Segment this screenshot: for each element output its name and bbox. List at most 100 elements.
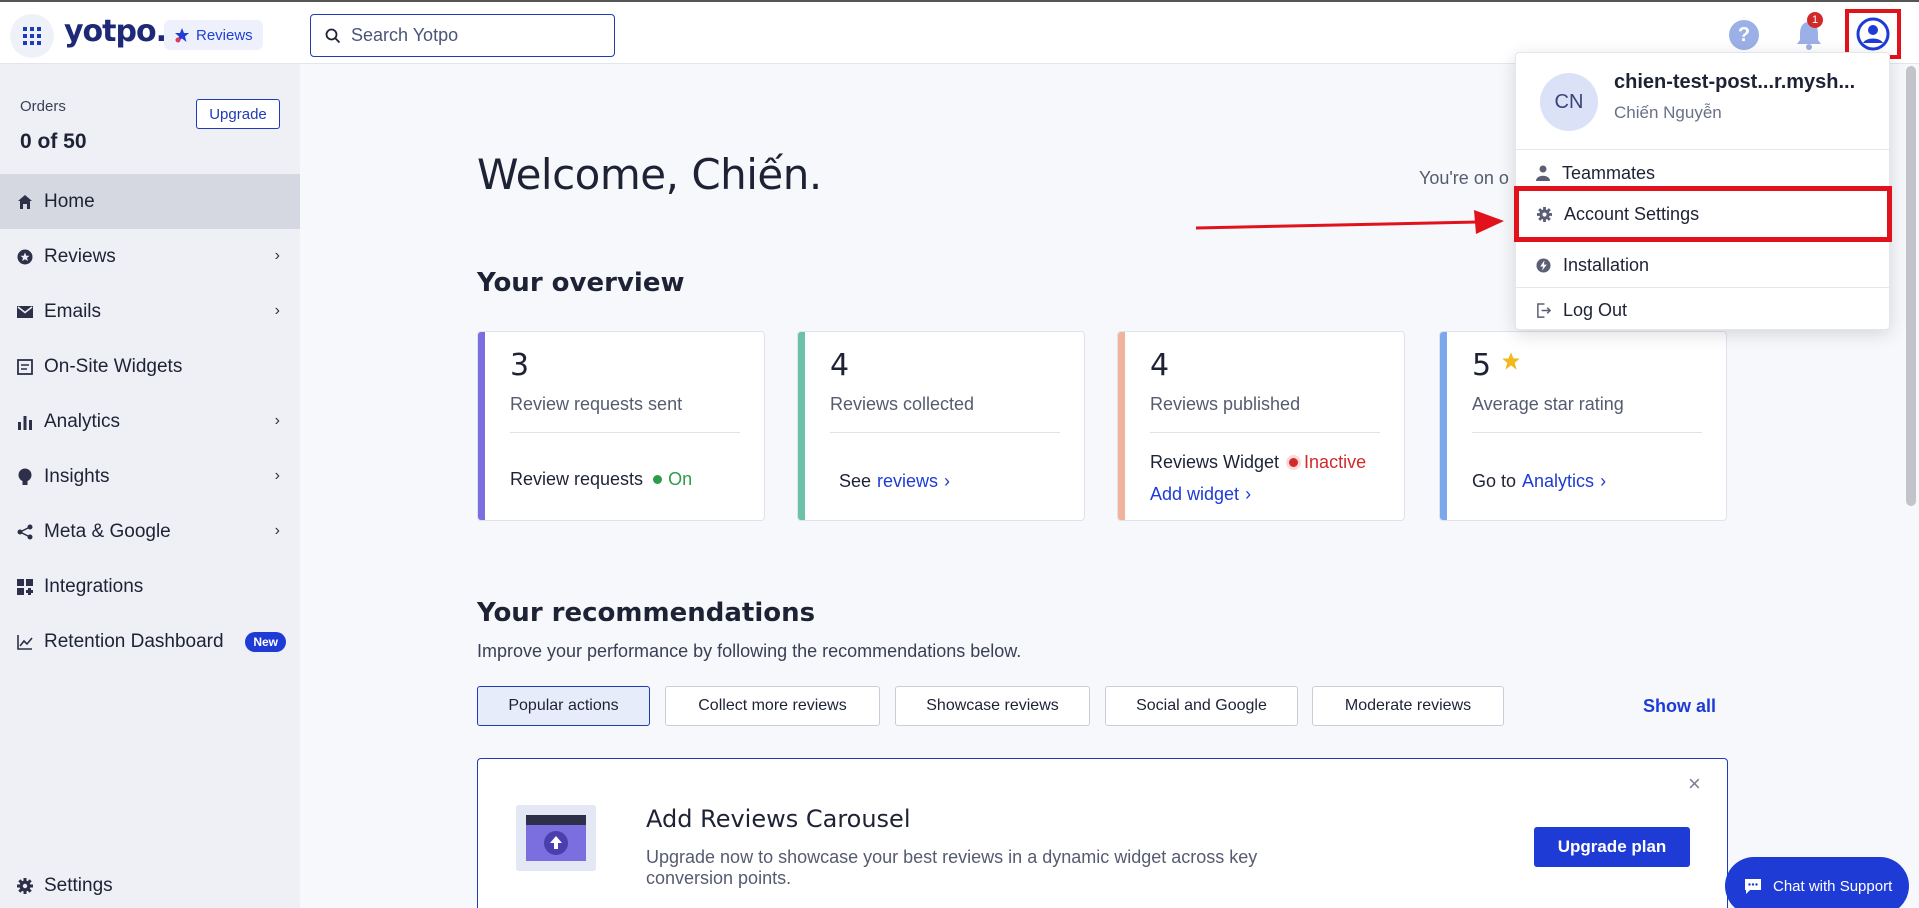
product-label: Reviews [196, 26, 253, 44]
search-box[interactable] [310, 14, 615, 57]
user-initials-avatar: CN [1540, 73, 1598, 131]
tab-collect-more-reviews[interactable]: Collect more reviews [665, 686, 880, 726]
overview-card-rating: 5 Average star rating Go to Analytics › [1439, 331, 1727, 521]
grid-icon [23, 27, 41, 45]
recommendations-heading: Your recommendations [477, 598, 816, 628]
promo-description: Upgrade now to showcase your best review… [646, 847, 1258, 888]
chevron-right-icon: › [1245, 484, 1252, 504]
sidebar-item-label: Emails [44, 300, 102, 322]
sidebar-item-label: Meta & Google [44, 520, 171, 542]
sidebar-item-label: Reviews [44, 245, 116, 267]
trend-icon [16, 633, 34, 651]
upgrade-button[interactable]: Upgrade [196, 99, 280, 129]
chevron-right-icon: › [274, 247, 280, 264]
tab-showcase-reviews[interactable]: Showcase reviews [895, 686, 1090, 726]
tab-popular-actions[interactable]: Popular actions [477, 686, 650, 726]
gear-icon [16, 877, 34, 895]
search-input[interactable] [351, 25, 591, 46]
yotpo-logo[interactable]: yotpo. [64, 14, 167, 49]
user-dropdown-menu: CN chien-test-post...r.mysh... Chiến Ngu… [1514, 52, 1892, 332]
lightning-icon [1536, 257, 1551, 273]
card-footer: See reviews › [839, 471, 950, 492]
card-value: 4 [830, 348, 850, 383]
card-divider [830, 432, 1060, 433]
card-footer: Reviews Widget Inactive [1150, 452, 1366, 473]
new-badge: New [245, 632, 286, 652]
review-requests-label: Review requests [510, 469, 644, 489]
orders-label: Orders [20, 98, 66, 115]
chat-bubble-icon [1745, 879, 1761, 894]
sidebar-item-label: Insights [44, 465, 110, 487]
notification-badge: 1 [1807, 12, 1823, 28]
sidebar-item-reviews[interactable]: Reviews › [0, 229, 300, 284]
tab-moderate-reviews[interactable]: Moderate reviews [1312, 686, 1504, 726]
welcome-heading: Welcome, Chiến. [477, 150, 822, 199]
menu-item-label: Teammates [1562, 162, 1656, 183]
product-switcher[interactable]: Reviews [164, 20, 263, 50]
menu-item-installation[interactable]: Installation [1516, 243, 1891, 287]
chat-with-support-button[interactable]: Chat with Support [1725, 857, 1909, 908]
chevron-right-icon: › [1600, 471, 1607, 491]
add-widget-link[interactable]: Add widget [1150, 484, 1239, 505]
sidebar: Orders 0 of 50 Upgrade Home Reviews › Em… [0, 64, 300, 908]
sidebar-item-meta-google[interactable]: Meta & Google › [0, 504, 300, 559]
chevron-right-icon: › [274, 302, 280, 319]
menu-item-label: Installation [1563, 254, 1650, 275]
reviews-link[interactable]: reviews [877, 471, 938, 492]
overview-heading: Your overview [477, 268, 685, 298]
card-value: 5 [1472, 348, 1521, 383]
sidebar-item-insights[interactable]: Insights › [0, 449, 300, 504]
overview-card-collected: 4 Reviews collected See reviews › [797, 331, 1085, 521]
menu-item-label: Account Settings [1564, 203, 1700, 224]
sidebar-item-integrations[interactable]: Integrations [0, 559, 300, 614]
store-name: chien-test-post...r.mysh... [1614, 71, 1856, 93]
card-footer: Review requests On [510, 469, 692, 490]
status-on: On [668, 469, 693, 489]
sidebar-item-home[interactable]: Home [0, 174, 300, 229]
sidebar-item-label: Home [44, 190, 95, 212]
sidebar-item-settings[interactable]: Settings [0, 858, 300, 908]
status-dot-green [653, 475, 663, 484]
go-to-label: Go to [1472, 471, 1517, 491]
reviews-widget-label: Reviews Widget [1150, 452, 1280, 472]
status-inactive: Inactive [1304, 452, 1367, 472]
sidebar-item-analytics[interactable]: Analytics › [0, 394, 300, 449]
person-icon [1536, 165, 1550, 181]
menu-item-account-settings[interactable]: Account Settings [1514, 186, 1892, 242]
logout-icon [1537, 302, 1551, 318]
card-footer: Go to Analytics › [1472, 471, 1606, 492]
sidebar-item-retention-dashboard[interactable]: Retention Dashboard New [0, 614, 300, 669]
menu-item-log-out[interactable]: Log Out [1516, 288, 1891, 332]
star-icon [1501, 352, 1520, 370]
show-all-link[interactable]: Show all [1643, 696, 1716, 717]
sidebar-item-emails[interactable]: Emails › [0, 284, 300, 339]
promo-title: Add Reviews Carousel [646, 805, 911, 833]
sidebar-item-label: Analytics [44, 410, 121, 432]
orders-count: 0 of 50 [20, 130, 87, 153]
chevron-right-icon: › [274, 412, 280, 429]
plan-status-text: You're on o [1419, 168, 1509, 188]
grid-plus-icon [16, 578, 34, 596]
upgrade-plan-button[interactable]: Upgrade plan [1534, 827, 1690, 867]
card-label: Reviews collected [830, 394, 975, 414]
add-widget-row: Add widget › [1150, 484, 1251, 505]
user-avatar-icon [1856, 17, 1890, 51]
card-value: 4 [1150, 348, 1170, 383]
sidebar-item-on-site-widgets[interactable]: On-Site Widgets [0, 339, 300, 394]
close-icon[interactable]: × [1688, 771, 1701, 797]
annotation-arrow-icon [1196, 210, 1504, 234]
share-icon [16, 523, 34, 541]
app-grid-button[interactable] [10, 14, 54, 58]
reviews-star-icon [175, 28, 189, 43]
chevron-right-icon: › [944, 471, 951, 491]
sidebar-item-label: Settings [44, 874, 113, 896]
carousel-thumbnail [516, 805, 596, 871]
tab-social-and-google[interactable]: Social and Google [1105, 686, 1298, 726]
analytics-link[interactable]: Analytics [1522, 471, 1594, 492]
status-dot-red [1289, 458, 1299, 467]
help-icon[interactable]: ? [1729, 20, 1759, 50]
sidebar-item-label: Integrations [44, 575, 144, 597]
sidebar-item-label: Retention Dashboard [44, 630, 224, 652]
home-icon [16, 193, 34, 211]
page-scrollbar[interactable] [1906, 66, 1916, 506]
